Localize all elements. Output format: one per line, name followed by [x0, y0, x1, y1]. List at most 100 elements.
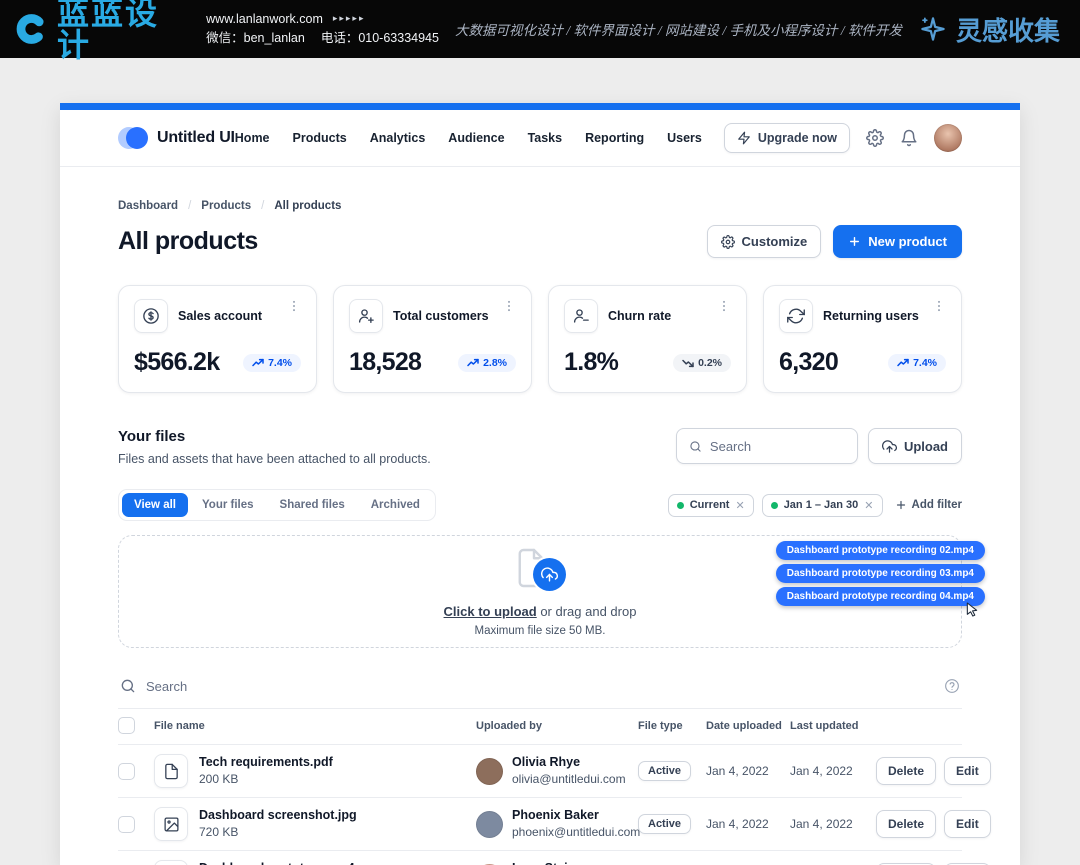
breadcrumb-item[interactable]: Dashboard: [118, 200, 178, 212]
dragged-file-chip[interactable]: Dashboard prototype recording 02.mp4: [776, 541, 985, 560]
file-type-icon-box: [154, 754, 188, 788]
table-search-bar[interactable]: [118, 666, 962, 709]
stat-card: Sales account $566.2k 7.4%: [118, 285, 317, 393]
click-to-upload-link[interactable]: Click to upload: [444, 604, 537, 619]
help-circle-icon[interactable]: [944, 678, 960, 694]
stat-label: Returning users: [823, 309, 919, 323]
file-tab[interactable]: Archived: [359, 493, 432, 517]
select-all-checkbox[interactable]: [118, 717, 135, 734]
trend-up-icon: [467, 357, 479, 369]
file-size: 200 KB: [199, 771, 333, 787]
filters: Current ✕ Jan 1 – Jan 30 ✕ Add filter: [668, 494, 962, 517]
nav-link[interactable]: Home: [235, 131, 270, 145]
file-name: Tech requirements.pdf: [199, 754, 333, 771]
stat-value: 6,320: [779, 348, 838, 377]
refresh-icon: [787, 307, 805, 325]
upload-cloud-badge: [533, 558, 566, 591]
col-file-type: File type: [638, 720, 706, 732]
user-avatar[interactable]: [934, 124, 962, 152]
edit-button[interactable]: Edit: [944, 810, 991, 838]
file-name: Dashboard prototype.mp4: [199, 860, 355, 865]
lanlan-logo: 蓝蓝设计: [14, 0, 182, 61]
dropzone-art: [511, 546, 569, 596]
stat-icon-box: [564, 299, 598, 333]
files-search-input[interactable]: [710, 439, 845, 454]
trend-badge: 7.4%: [888, 354, 946, 372]
dragged-file-chip[interactable]: Dashboard prototype recording 03.mp4: [776, 564, 985, 583]
table-search-input[interactable]: [146, 679, 944, 694]
upgrade-label: Upgrade now: [758, 131, 837, 145]
filter-dot: [677, 502, 684, 509]
row-checkbox[interactable]: [118, 816, 135, 833]
add-filter-button[interactable]: Add filter: [895, 499, 962, 511]
col-uploaded-by: Uploaded by: [476, 720, 638, 732]
filter-pill[interactable]: Jan 1 – Jan 30 ✕: [762, 494, 883, 517]
stat-value: 18,528: [349, 348, 421, 377]
new-product-button[interactable]: New product: [833, 225, 962, 258]
nav-link[interactable]: Products: [293, 131, 347, 145]
remove-filter-icon[interactable]: ✕: [864, 499, 873, 512]
kebab-menu-icon[interactable]: [287, 299, 301, 313]
file-tab[interactable]: Shared files: [268, 493, 357, 517]
nav-link[interactable]: Tasks: [528, 131, 563, 145]
uploader-email: olivia@untitledui.com: [512, 771, 626, 787]
banner-services: 大数据可视化设计 / 软件界面设计 / 网站建设 / 手机及小程序设计 / 软件…: [455, 19, 902, 39]
stat-card: Returning users 6,320 7.4%: [763, 285, 962, 393]
add-filter-label: Add filter: [912, 499, 962, 511]
filter-pill[interactable]: Current ✕: [668, 494, 754, 517]
status-badge: Active: [638, 761, 691, 781]
settings-gear-icon[interactable]: [866, 129, 884, 147]
uploader-email: phoenix@untitledui.com: [512, 824, 640, 840]
upgrade-now-button[interactable]: Upgrade now: [724, 123, 850, 153]
customize-button[interactable]: Customize: [707, 225, 822, 258]
last-updated: Jan 4, 2022: [790, 764, 876, 778]
new-product-label: New product: [868, 234, 947, 249]
users-minus-icon: [572, 307, 590, 325]
trend-badge: 0.2%: [673, 354, 731, 372]
upload-button[interactable]: Upload: [868, 428, 962, 464]
uploader-avatar: [476, 811, 503, 838]
nav-items: Home Products Analytics Audience Tasks R…: [235, 131, 702, 145]
delete-button[interactable]: Delete: [876, 757, 936, 785]
inspiration-collect[interactable]: 灵感收集: [918, 11, 1060, 48]
file-type-icon-box: [154, 860, 188, 865]
banner-website[interactable]: www.lanlanwork.com: [206, 10, 323, 29]
file-pdf-icon: [163, 763, 180, 780]
file-tab[interactable]: Your files: [190, 493, 266, 517]
breadcrumb-separator: /: [261, 200, 264, 212]
trend-up-icon: [252, 357, 264, 369]
kebab-menu-icon[interactable]: [932, 299, 946, 313]
nav-link[interactable]: Analytics: [370, 131, 426, 145]
table-row: Tech requirements.pdf 200 KB Olivia Rhye…: [118, 745, 962, 798]
plus-icon: [848, 235, 861, 248]
stat-label: Total customers: [393, 309, 489, 323]
filter-dot: [771, 502, 778, 509]
remove-filter-icon[interactable]: ✕: [735, 499, 744, 512]
file-type-icon-box: [154, 807, 188, 841]
delete-button[interactable]: Delete: [876, 810, 936, 838]
kebab-menu-icon[interactable]: [502, 299, 516, 313]
table-header: File name Uploaded by File type Date upl…: [118, 709, 962, 745]
files-search[interactable]: [676, 428, 858, 464]
file-tab[interactable]: View all: [122, 493, 188, 517]
brand[interactable]: Untitled UI: [118, 127, 235, 149]
sparkle-star-icon: [918, 14, 948, 44]
nav-link[interactable]: Audience: [448, 131, 504, 145]
drag-cursor-icon: [964, 601, 980, 617]
uploader-name: Lana Steiner: [512, 860, 621, 865]
last-updated: Jan 4, 2022: [790, 817, 876, 831]
breadcrumb-item[interactable]: All products: [274, 200, 341, 212]
top-navigation: Untitled UI Home Products Analytics Audi…: [60, 110, 1020, 167]
kebab-menu-icon[interactable]: [717, 299, 731, 313]
banner-phone: 电话：010-63334945: [321, 29, 439, 48]
row-checkbox[interactable]: [118, 763, 135, 780]
stat-value: $566.2k: [134, 348, 219, 377]
edit-button[interactable]: Edit: [944, 757, 991, 785]
dragged-file-chip[interactable]: Dashboard prototype recording 04.mp4: [776, 587, 985, 606]
breadcrumb-item[interactable]: Products: [201, 200, 251, 212]
notifications-bell-icon[interactable]: [900, 129, 918, 147]
stat-label: Sales account: [178, 309, 262, 323]
nav-link[interactable]: Users: [667, 131, 702, 145]
main-content: Dashboard / Products / All products All …: [60, 200, 1020, 865]
nav-link[interactable]: Reporting: [585, 131, 644, 145]
